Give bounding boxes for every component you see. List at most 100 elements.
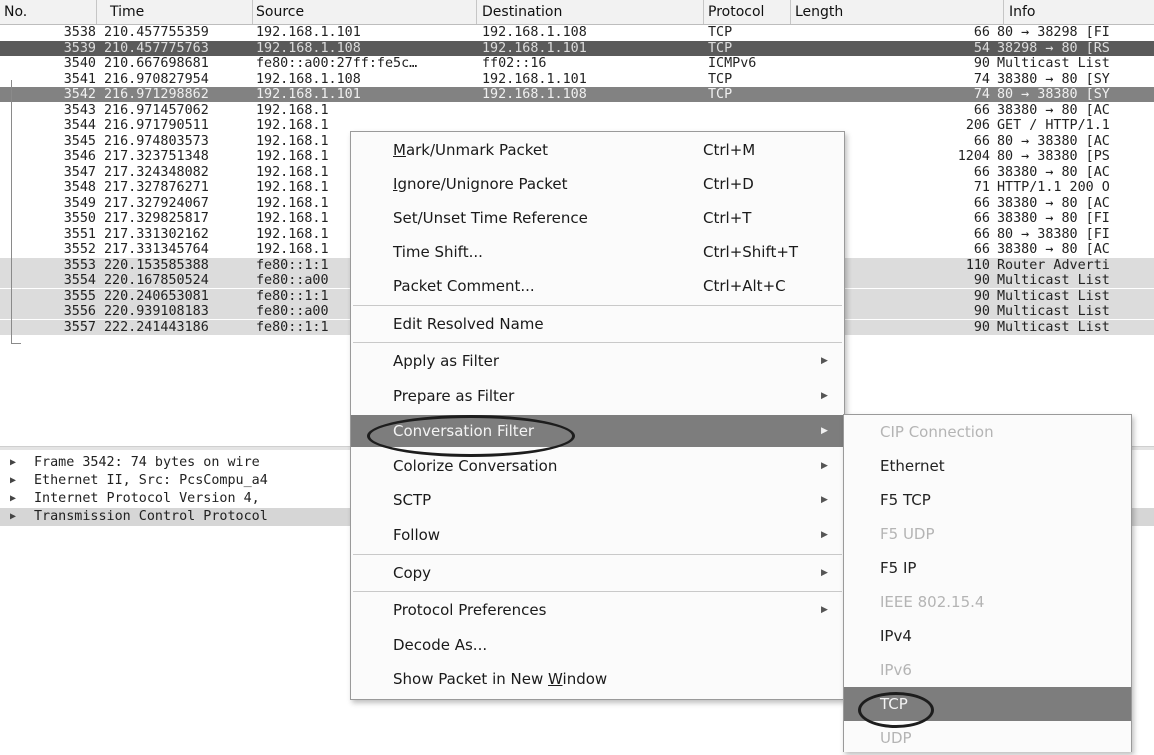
packet-cell-src: 192.168.1.101 bbox=[256, 87, 361, 102]
packet-cell-info: 38380 → 80 [AC bbox=[997, 195, 1110, 211]
column-time[interactable]: Time bbox=[110, 4, 144, 20]
submenu-item-f5-ip[interactable]: F5 IP bbox=[844, 551, 1131, 585]
shortcut-label: Ctrl+Alt+C bbox=[703, 277, 786, 295]
column-destination[interactable]: Destination bbox=[482, 4, 562, 20]
submenu-item-ieee-802154[interactable]: IEEE 802.15.4 bbox=[844, 585, 1131, 619]
column-divider[interactable] bbox=[1003, 0, 1004, 24]
column-length[interactable]: Length bbox=[795, 4, 843, 20]
menu-separator bbox=[353, 305, 842, 306]
packet-row[interactable]: 3543 216.971457062 192.168.1 66 38380 → 80 [… bbox=[0, 103, 1154, 118]
menu-item-time-shift[interactable]: Time Shift... Ctrl+Shift+T bbox=[351, 236, 844, 268]
submenu-item-label: Ethernet bbox=[880, 457, 945, 475]
detail-label: Internet Protocol Version 4, bbox=[34, 491, 260, 506]
packet-cell-time: 217.323751348 bbox=[104, 149, 209, 164]
packet-cell-info: 38380 → 80 [AC bbox=[997, 164, 1110, 180]
packet-cell-info: HTTP/1.1 200 O bbox=[997, 180, 1110, 195]
menu-item-mark-packet[interactable]: Mark/Unmark Packet Ctrl+M bbox=[351, 134, 844, 166]
submenu-item-ipv4[interactable]: IPv4 bbox=[844, 619, 1131, 653]
packet-cell-time: 216.971457062 bbox=[104, 102, 209, 118]
packet-row[interactable]: 3538 210.457755359 192.168.1.101 192.168.1.… bbox=[0, 25, 1154, 40]
packet-cell-no: 3544 bbox=[63, 118, 96, 133]
conversation-bracket bbox=[11, 144, 12, 344]
submenu-arrow-icon: ▶ bbox=[821, 495, 828, 505]
column-no[interactable]: No. bbox=[4, 4, 27, 20]
submenu-item-f5-udp[interactable]: F5 UDP bbox=[844, 517, 1131, 551]
submenu-arrow-icon: ▶ bbox=[821, 568, 828, 578]
packet-cell-time: 217.324348082 bbox=[104, 164, 209, 180]
packet-cell-dst: 192.168.1.101 bbox=[482, 71, 587, 87]
submenu-item-ipv6[interactable]: IPv6 bbox=[844, 653, 1131, 687]
submenu-item-f5-tcp[interactable]: F5 TCP bbox=[844, 483, 1131, 517]
expand-arrow-icon[interactable]: ▶ bbox=[10, 508, 16, 526]
menu-separator bbox=[353, 591, 842, 592]
packet-row[interactable]: 3541 216.970827954 192.168.1.108 192.168.1.… bbox=[0, 72, 1154, 87]
column-info[interactable]: Info bbox=[1009, 4, 1036, 20]
packet-row[interactable]: 3542 216.971298862 192.168.1.101 192.168.1.… bbox=[0, 87, 1154, 102]
packet-row[interactable]: 3540 210.667698681 fe80::a00:27ff:fe5c… ff0… bbox=[0, 56, 1154, 71]
column-protocol[interactable]: Protocol bbox=[708, 4, 764, 20]
expand-arrow-icon[interactable]: ▶ bbox=[10, 490, 16, 508]
shortcut-label: Ctrl+M bbox=[703, 141, 756, 159]
packet-cell-len: 90 bbox=[973, 319, 990, 335]
packet-cell-info: 80 → 38298 [FI bbox=[997, 25, 1110, 40]
packet-cell-info: 38298 → 80 [RS bbox=[997, 40, 1110, 56]
menu-item-prepare-as-filter[interactable]: Prepare as Filter ▶ bbox=[351, 380, 844, 412]
detail-label: Frame 3542: 74 bytes on wire bbox=[34, 455, 260, 470]
column-source[interactable]: Source bbox=[256, 4, 304, 20]
packet-cell-len: 66 bbox=[973, 25, 990, 40]
menu-item-protocol-preferences[interactable]: Protocol Preferences ▶ bbox=[351, 594, 844, 626]
column-divider[interactable] bbox=[96, 0, 97, 24]
packet-cell-proto: TCP bbox=[708, 40, 733, 56]
packet-cell-info: 38380 → 80 [AC bbox=[997, 102, 1110, 118]
packet-cell-info: 80 → 38380 [PS bbox=[997, 149, 1110, 164]
menu-item-apply-as-filter[interactable]: Apply as Filter ▶ bbox=[351, 345, 844, 377]
column-divider[interactable] bbox=[252, 0, 253, 24]
menu-item-copy[interactable]: Copy ▶ bbox=[351, 557, 844, 589]
menu-item-sctp[interactable]: SCTP ▶ bbox=[351, 484, 844, 516]
menu-item-label: Prepare as Filter bbox=[393, 387, 515, 405]
menu-item-label: Time Shift... bbox=[393, 243, 483, 261]
packet-cell-no: 3553 bbox=[63, 257, 96, 273]
menu-item-decode-as[interactable]: Decode As... bbox=[351, 629, 844, 661]
packet-cell-no: 3541 bbox=[63, 71, 96, 87]
menu-item-ignore-packet[interactable]: Ignore/Unignore Packet Ctrl+D bbox=[351, 168, 844, 200]
menu-separator bbox=[353, 342, 842, 343]
packet-cell-time: 210.457755359 bbox=[104, 25, 209, 40]
column-divider[interactable] bbox=[703, 0, 704, 24]
packet-cell-time: 220.167850524 bbox=[104, 273, 209, 288]
packet-cell-info: 38380 → 80 [FI bbox=[997, 211, 1110, 226]
submenu-item-label: IPv6 bbox=[880, 661, 912, 679]
packet-cell-src: 192.168.1.108 bbox=[256, 71, 361, 87]
packet-cell-no: 3555 bbox=[63, 288, 96, 304]
expand-arrow-icon[interactable]: ▶ bbox=[10, 472, 16, 490]
packet-cell-info: Multicast List bbox=[997, 304, 1110, 319]
detail-label: Transmission Control Protocol bbox=[34, 509, 268, 524]
packet-cell-len: 90 bbox=[973, 56, 990, 71]
packet-row[interactable]: 3539 210.457775763 192.168.1.108 192.168.1.… bbox=[0, 40, 1154, 56]
packet-cell-len: 110 bbox=[965, 257, 990, 273]
menu-item-follow[interactable]: Follow ▶ bbox=[351, 519, 844, 551]
menu-item-show-packet-new-window[interactable]: Show Packet in New Window bbox=[351, 663, 844, 695]
highlight-oval bbox=[367, 415, 575, 457]
highlight-oval bbox=[858, 692, 934, 728]
menu-item-edit-resolved-name[interactable]: Edit Resolved Name bbox=[351, 308, 844, 340]
submenu-item-label: IEEE 802.15.4 bbox=[880, 593, 985, 611]
packet-cell-time: 220.939108183 bbox=[104, 304, 209, 319]
packet-cell-len: 66 bbox=[973, 226, 990, 242]
packet-cell-len: 90 bbox=[973, 304, 990, 319]
submenu-item-cip-connection[interactable]: CIP Connection bbox=[844, 415, 1131, 449]
menu-item-time-reference[interactable]: Set/Unset Time Reference Ctrl+T bbox=[351, 202, 844, 234]
packet-cell-len: 66 bbox=[973, 102, 990, 118]
packet-cell-proto: TCP bbox=[708, 87, 733, 102]
submenu-item-ethernet[interactable]: Ethernet bbox=[844, 449, 1131, 483]
menu-item-packet-comment[interactable]: Packet Comment... Ctrl+Alt+C bbox=[351, 270, 844, 302]
shortcut-label: Ctrl+D bbox=[703, 175, 754, 193]
submenu-item-label: CIP Connection bbox=[880, 423, 994, 441]
column-divider[interactable] bbox=[790, 0, 791, 24]
packet-cell-no: 3542 bbox=[63, 87, 96, 102]
menu-item-label: Edit Resolved Name bbox=[393, 315, 544, 333]
expand-arrow-icon[interactable]: ▶ bbox=[10, 454, 16, 472]
column-divider[interactable] bbox=[476, 0, 477, 24]
packet-cell-src: 192.168.1 bbox=[256, 102, 329, 118]
menu-separator bbox=[353, 554, 842, 555]
